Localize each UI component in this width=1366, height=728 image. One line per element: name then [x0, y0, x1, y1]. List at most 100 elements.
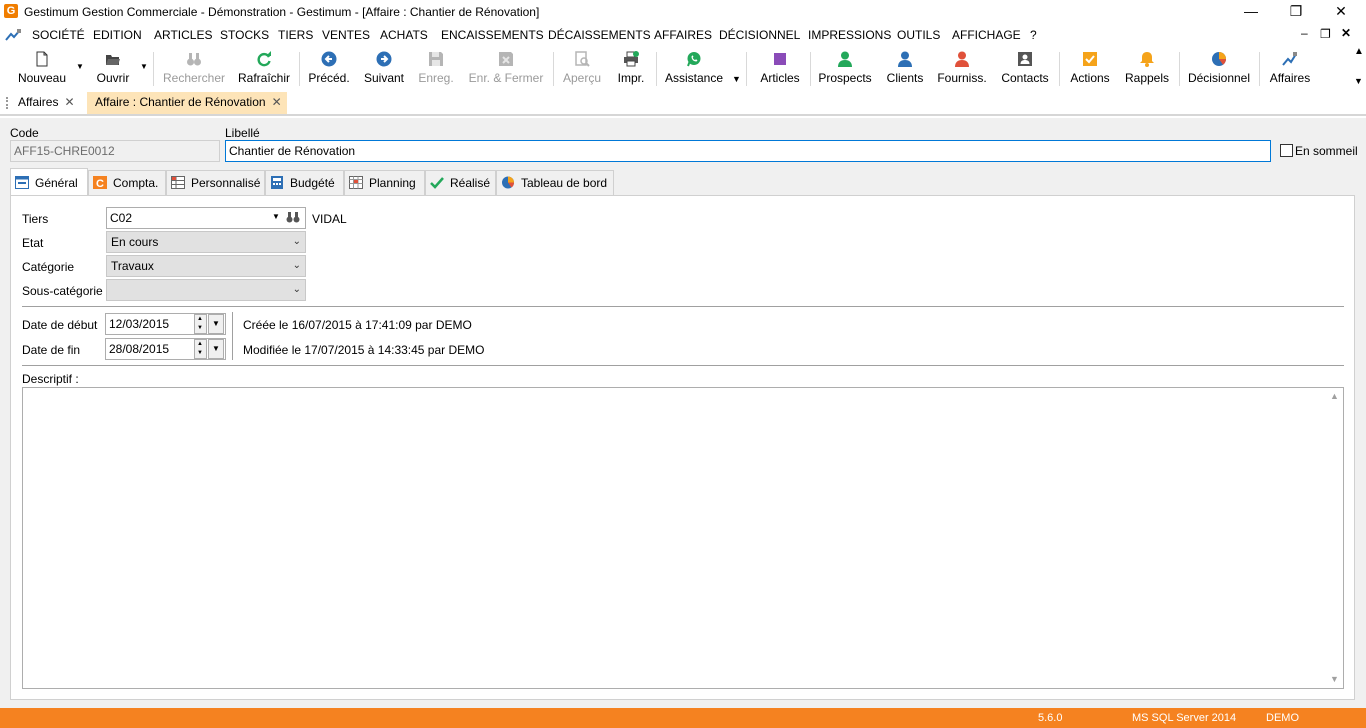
toolbar-prospects-button[interactable]: Prospects — [816, 46, 874, 92]
menu-affichage[interactable]: AFFICHAGE — [952, 28, 1021, 42]
toolbar-separator — [746, 52, 747, 86]
tab-label: Personnalisé — [191, 176, 261, 190]
descriptif-scrollbar[interactable]: ▲ ▼ — [1327, 388, 1343, 688]
scroll-up-icon[interactable]: ▲ — [1330, 391, 1339, 401]
souscategorie-select[interactable]: ⌄ — [106, 279, 306, 301]
toolbar-ouvrir-button[interactable]: Ouvrir — [90, 46, 136, 92]
close-window-button[interactable]: ✕ — [1318, 0, 1364, 24]
menu-decisionnel[interactable]: DÉCISIONNEL — [719, 28, 800, 42]
menu-stocks[interactable]: STOCKS — [220, 28, 269, 42]
tiers-dropdown-icon[interactable]: ▼ — [268, 208, 284, 228]
menu-encaissements[interactable]: ENCAISSEMENTS — [441, 28, 544, 42]
chevron-down-icon: ⌄ — [292, 260, 301, 271]
toolbar-separator — [810, 52, 811, 86]
toolbar-clients-button[interactable]: Clients — [880, 46, 930, 92]
toolbar-label: Rafraîchir — [237, 71, 290, 85]
toolbar-decisionnel-button[interactable]: Décisionnel — [1184, 46, 1254, 92]
categorie-value: Travaux — [111, 259, 154, 273]
toolbar-overflow-icon[interactable]: ▼ — [732, 74, 741, 84]
minimize-button[interactable]: — — [1228, 0, 1274, 24]
menu-societe[interactable]: SOCIÉTÉ — [32, 28, 85, 42]
ribbon-collapse-icon[interactable]: ▲ — [1354, 46, 1364, 57]
toolbar-fournisseurs-button[interactable]: Fourniss. — [934, 46, 990, 92]
toolbar-imprimer-button[interactable]: Impr. — [611, 46, 651, 92]
menu-edition[interactable]: EDITION — [93, 28, 142, 42]
toolbar-assistance-button[interactable]: Assistance — [662, 46, 726, 92]
spin-up-icon[interactable]: ▲ — [197, 341, 203, 348]
save-close-icon — [499, 52, 513, 66]
toolbar-precedent-button[interactable]: Précéd. — [305, 46, 353, 92]
toolbar-rechercher-button[interactable]: Rechercher — [160, 46, 228, 92]
spin-down-icon[interactable]: ▼ — [197, 325, 203, 332]
etat-label: Etat — [22, 236, 44, 250]
tab-planning[interactable]: Planning — [344, 170, 425, 196]
date-fin-spinner[interactable]: ▲ ▼ — [194, 339, 207, 359]
code-field[interactable]: AFF15-CHRE0012 — [10, 140, 220, 162]
window-title: Gestimum Gestion Commerciale - Démonstra… — [24, 5, 540, 19]
toolbar-rafraichir-button[interactable]: Rafraîchir — [234, 46, 294, 92]
mdi-minimize-button[interactable]: – — [1301, 26, 1308, 40]
tab-personnalise[interactable]: Personnalisé — [166, 170, 265, 196]
tiers-search-binoculars-icon[interactable] — [286, 211, 300, 223]
tab-realise[interactable]: Réalisé — [425, 170, 496, 196]
etat-select[interactable]: En cours ⌄ — [106, 231, 306, 253]
mdi-restore-button[interactable]: ❐ — [1320, 27, 1331, 41]
toolbar-label: Nouveau — [17, 71, 67, 85]
etat-value: En cours — [111, 235, 159, 249]
doctab-affaire-chantier[interactable]: Affaire : Chantier de Rénovation ✕ — [87, 92, 287, 114]
toolbar-actions-button[interactable]: Actions — [1064, 46, 1116, 92]
toolbar-label: Prospects — [818, 71, 872, 85]
menu-affaires[interactable]: AFFAIRES — [654, 28, 712, 42]
menu-impressions[interactable]: IMPRESSIONS — [808, 28, 891, 42]
en-sommeil-checkbox[interactable] — [1280, 144, 1293, 157]
divider — [22, 306, 1344, 307]
menu-decaissements[interactable]: DÉCAISSEMENTS — [548, 28, 651, 42]
toolbar-rappels-button[interactable]: Rappels — [1120, 46, 1174, 92]
ribbon-options-icon[interactable]: ▼ — [1354, 76, 1363, 86]
toolbar-enr-fermer-button[interactable]: Enr. & Fermer — [464, 46, 548, 92]
tiers-value: C02 — [110, 211, 133, 225]
descriptif-textarea[interactable]: ▲ ▼ — [22, 387, 1344, 689]
date-debut-spinner[interactable]: ▲ ▼ — [194, 314, 207, 334]
date-debut-calendar-dropdown[interactable]: ▼ — [208, 314, 224, 334]
close-tab-icon[interactable]: ✕ — [272, 95, 282, 109]
checkmark-icon — [430, 177, 444, 189]
date-fin-calendar-dropdown[interactable]: ▼ — [208, 339, 224, 359]
menu-achats[interactable]: ACHATS — [380, 28, 428, 42]
categorie-select[interactable]: Travaux ⌄ — [106, 255, 306, 277]
menu-ventes[interactable]: VENTES — [322, 28, 370, 42]
descriptif-label: Descriptif : — [22, 372, 79, 386]
toolbar-enregistrer-button[interactable]: Enreg. — [414, 46, 458, 92]
spin-down-icon[interactable]: ▼ — [197, 350, 203, 357]
toolbar-label: Impr. — [617, 71, 645, 85]
menu-help[interactable]: ? — [1030, 28, 1037, 42]
nouveau-dropdown-icon[interactable]: ▼ — [76, 62, 84, 71]
tab-general[interactable]: Général — [10, 168, 88, 196]
tab-label: Réalisé — [450, 176, 491, 190]
toolbar-contacts-button[interactable]: Contacts — [996, 46, 1054, 92]
toolbar-label: Rechercher — [162, 71, 226, 85]
printer-icon — [624, 51, 639, 67]
app-logo-icon: G — [4, 4, 18, 18]
tab-compta[interactable]: C Compta. — [88, 170, 166, 196]
libelle-field[interactable]: Chantier de Rénovation — [225, 140, 1271, 162]
close-tab-icon[interactable]: ✕ — [64, 95, 74, 109]
menu-articles[interactable]: ARTICLES — [154, 28, 212, 42]
scroll-down-icon[interactable]: ▼ — [1330, 674, 1339, 684]
doctab-affaires[interactable]: Affaires ✕ — [10, 92, 86, 114]
toolbar-separator — [1259, 52, 1260, 86]
tab-budgete[interactable]: Budgété — [265, 170, 344, 196]
mdi-close-button[interactable]: ✕ — [1341, 26, 1351, 40]
toolbar-articles-button[interactable]: Articles — [754, 46, 806, 92]
tab-tableau-de-bord[interactable]: Tableau de bord — [496, 170, 614, 196]
menu-tiers[interactable]: TIERS — [278, 28, 313, 42]
spin-up-icon[interactable]: ▲ — [197, 316, 203, 323]
new-document-icon — [36, 51, 48, 67]
toolbar-suivant-button[interactable]: Suivant — [360, 46, 408, 92]
toolbar-nouveau-button[interactable]: Nouveau — [14, 46, 70, 92]
toolbar-affaires-button[interactable]: Affaires — [1264, 46, 1316, 92]
toolbar-apercu-button[interactable]: Aperçu — [559, 46, 605, 92]
maximize-button[interactable]: ❐ — [1273, 0, 1319, 24]
menu-outils[interactable]: OUTILS — [897, 28, 940, 42]
ouvrir-dropdown-icon[interactable]: ▼ — [140, 62, 148, 71]
